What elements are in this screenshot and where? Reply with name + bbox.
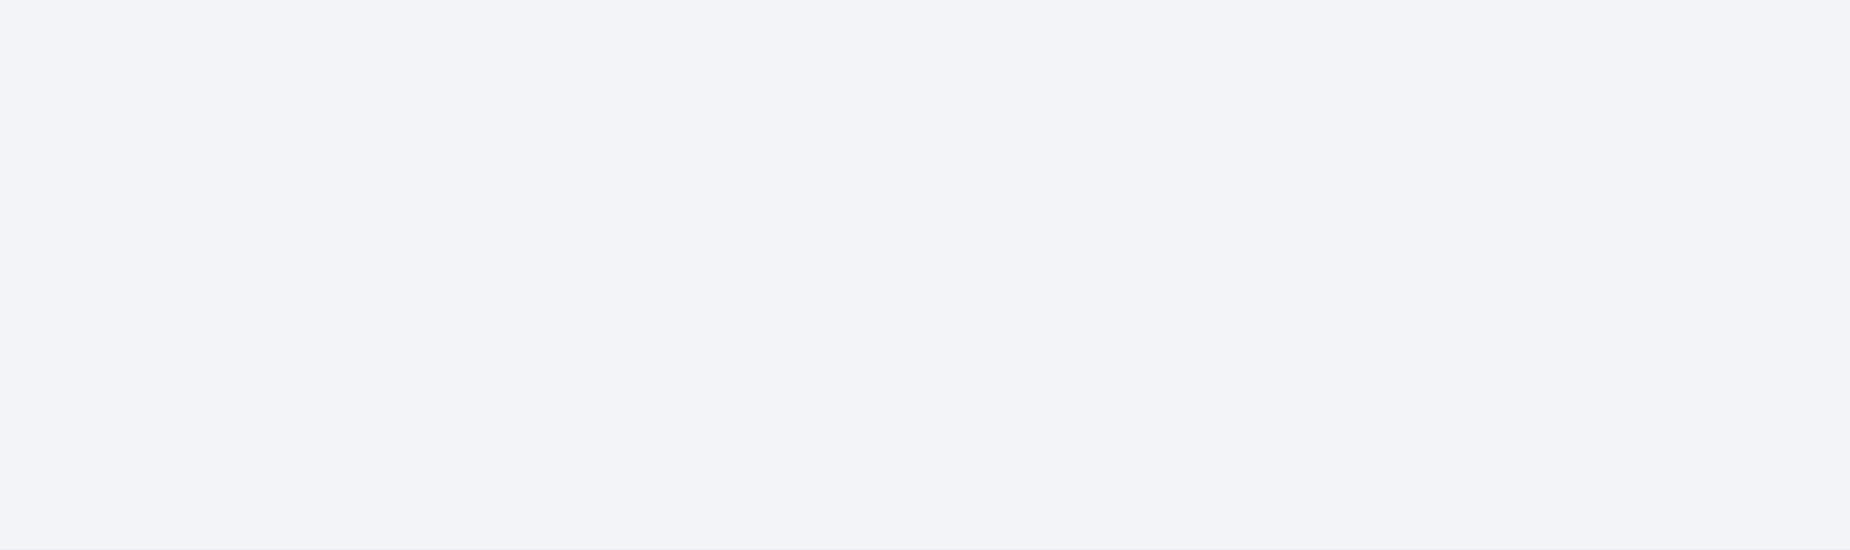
blank-page-canvas xyxy=(0,0,1850,550)
